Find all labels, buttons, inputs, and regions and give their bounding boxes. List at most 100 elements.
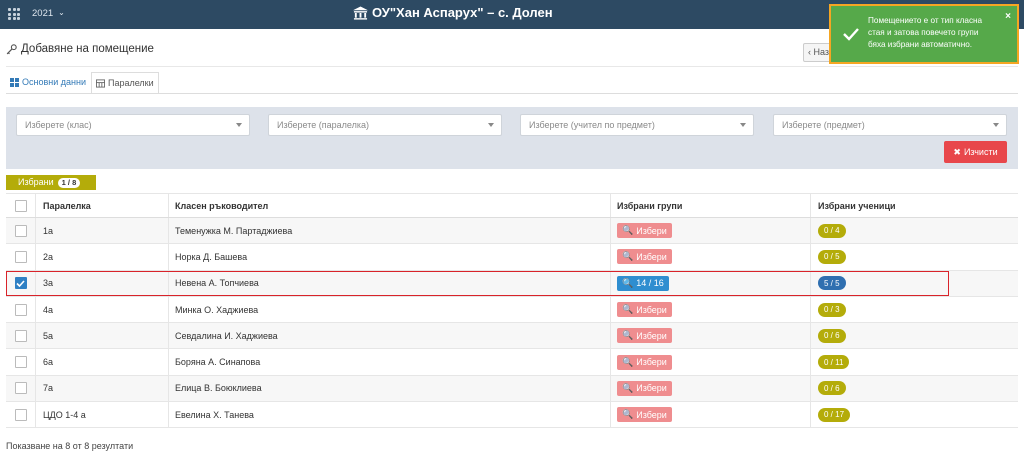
students-count-badge[interactable]: 0 / 5 xyxy=(818,249,846,264)
search-icon: 🔍 xyxy=(622,330,634,341)
back-button[interactable]: ‹ Наз xyxy=(803,43,833,62)
section-cell: 3а xyxy=(36,270,169,296)
students-count-badge[interactable]: 0 / 6 xyxy=(818,381,846,396)
teacher-cell: Елица В. Боюклиева xyxy=(169,375,611,402)
select-groups-label: Избери xyxy=(636,225,667,236)
filter-panel: Изберете (клас) Изберете (паралелка) Изб… xyxy=(6,107,1018,169)
teacher-select-placeholder: Изберете (учител по предмет) xyxy=(529,120,655,130)
search-icon: 🔍 xyxy=(622,225,634,236)
teacher-cell: Невена А. Топчиева xyxy=(169,270,611,296)
apps-grid-icon[interactable] xyxy=(8,8,20,20)
year-label: 2021 xyxy=(32,8,54,19)
row-checkbox[interactable] xyxy=(14,303,27,316)
class-select-placeholder: Изберете (клас) xyxy=(25,120,92,130)
school-title: ОУ"Хан Аспарух" – с. Долен xyxy=(372,5,553,20)
toast-close-icon[interactable]: × xyxy=(1005,11,1011,22)
class-select[interactable]: Изберете (клас) xyxy=(16,114,250,136)
select-groups-button[interactable]: 🔍 Избери xyxy=(617,249,672,265)
select-groups-button[interactable]: 🔍 Избери xyxy=(617,223,672,239)
select-groups-label: Избери xyxy=(636,383,667,394)
table-row[interactable]: 2а Норка Д. Башева 🔍 Избери 0 / 5 xyxy=(6,244,1018,271)
row-checkbox[interactable] xyxy=(14,250,27,263)
subject-select[interactable]: Изберете (предмет) xyxy=(773,114,1007,136)
select-groups-button[interactable]: 🔍 Избери xyxy=(617,354,672,370)
row-checkbox[interactable] xyxy=(14,408,27,421)
students-count-badge[interactable]: 0 / 11 xyxy=(818,355,850,370)
toast-message: Помещението е от тип класна стая и затов… xyxy=(868,16,983,49)
section-cell: 7а xyxy=(36,375,169,402)
table-row[interactable]: 7а Елица В. Боюклиева 🔍 Избери 0 / 6 xyxy=(6,375,1018,403)
header-section[interactable]: Паралелка xyxy=(36,194,169,217)
check-icon xyxy=(843,28,859,41)
section-cell: 6а xyxy=(36,349,169,375)
caret-down-icon xyxy=(488,123,494,127)
back-icon: ‹ xyxy=(808,47,811,57)
row-checkbox[interactable] xyxy=(14,356,27,369)
students-count-badge[interactable]: 0 / 3 xyxy=(818,302,846,317)
table-row[interactable]: 1а Теменужка М. Партаджиева 🔍 Избери 0 / … xyxy=(6,218,1018,245)
teacher-select[interactable]: Изберете (учител по предмет) xyxy=(520,114,754,136)
clear-button-label: Изчисти xyxy=(963,147,998,157)
year-selector[interactable]: 2021 ⌄ xyxy=(32,8,65,19)
select-groups-label: Избери xyxy=(636,251,667,262)
selected-label: Избрани xyxy=(18,177,54,187)
row-checkbox[interactable] xyxy=(14,329,27,342)
select-groups-label: Избери xyxy=(636,304,667,315)
section-cell: 4а xyxy=(36,296,169,323)
close-icon: ✖ xyxy=(953,146,961,157)
search-icon: 🔍 xyxy=(622,277,634,288)
select-groups-button[interactable]: 🔍 Избери xyxy=(617,380,672,396)
section-select[interactable]: Изберете (паралелка) xyxy=(268,114,502,136)
caret-down-icon xyxy=(993,123,999,127)
chevron-down-icon: ⌄ xyxy=(58,8,65,17)
section-select-placeholder: Изберете (паралелка) xyxy=(277,120,370,130)
table-row[interactable]: 5а Севдалина И. Хаджиева 🔍 Избери 0 / 6 xyxy=(6,323,1018,350)
header-teacher[interactable]: Класен ръководител xyxy=(169,194,611,217)
page-title-text: Добавяне на помещение xyxy=(21,43,154,55)
section-cell: 2а xyxy=(36,244,169,270)
tab-sections[interactable]: Паралелки xyxy=(90,72,159,94)
table-row[interactable]: ЦДО 1-4 а Евелина Х. Танева 🔍 Избери 0 / … xyxy=(6,402,1018,429)
select-groups-button[interactable]: 🔍 Избери xyxy=(617,302,672,318)
tab-sections-label: Паралелки xyxy=(107,78,154,88)
row-checkbox[interactable] xyxy=(14,382,27,395)
select-groups-button[interactable]: 🔍 Избери xyxy=(617,407,672,423)
tab-basic-data-label: Основни данни xyxy=(22,77,86,87)
teacher-cell: Теменужка М. Партаджиева xyxy=(169,218,611,244)
table-row[interactable]: 6а Боряна А. Синапова 🔍 Избери 0 / 11 xyxy=(6,349,1018,376)
students-count-badge[interactable]: 0 / 17 xyxy=(818,407,851,422)
select-groups-label: Избери xyxy=(636,357,667,368)
selected-filter-tag[interactable]: Избрани 1 / 8 xyxy=(6,175,96,190)
students-count-badge[interactable]: 0 / 4 xyxy=(818,223,846,238)
row-checkbox[interactable] xyxy=(14,224,27,237)
select-all-checkbox[interactable] xyxy=(14,199,27,212)
teacher-cell: Севдалина И. Хаджиева xyxy=(169,323,611,349)
row-checkbox-checked[interactable] xyxy=(14,277,27,290)
title-divider xyxy=(6,66,1018,67)
tabs: Основни данни Паралелки xyxy=(6,72,159,94)
search-icon: 🔍 xyxy=(622,356,634,367)
selected-groups-label: 14 / 16 xyxy=(636,278,664,289)
students-count-badge[interactable]: 0 / 6 xyxy=(818,328,846,343)
students-count-badge[interactable]: 5 / 5 xyxy=(818,276,846,291)
select-groups-button[interactable]: 🔍 Избери xyxy=(617,328,672,344)
header-students[interactable]: Избрани ученици xyxy=(811,194,1018,217)
tab-basic-data[interactable]: Основни данни xyxy=(6,72,90,94)
search-icon: 🔍 xyxy=(622,382,634,393)
table-row[interactable]: 4а Минка О. Хаджиева 🔍 Избери 0 / 3 xyxy=(6,296,1018,324)
header-select-all[interactable] xyxy=(6,194,36,217)
teacher-cell: Норка Д. Башева xyxy=(169,244,611,270)
header-groups[interactable]: Избрани групи xyxy=(611,194,811,217)
checkmark-icon xyxy=(16,280,25,287)
teacher-cell: Боряна А. Синапова xyxy=(169,349,611,375)
sections-table: Паралелка Класен ръководител Избрани гру… xyxy=(6,193,1018,429)
selected-groups-button[interactable]: 🔍 14 / 16 xyxy=(617,275,669,291)
page-title: Добавяне на помещение xyxy=(6,43,154,55)
search-icon: 🔍 xyxy=(622,251,634,262)
dashboard-icon xyxy=(10,78,19,87)
select-groups-label: Избери xyxy=(636,330,667,341)
table-row-selected[interactable]: 3а Невена А. Топчиева 🔍 14 / 16 5 / 5 xyxy=(6,270,1018,297)
clear-button[interactable]: ✖ Изчисти xyxy=(944,141,1007,163)
subject-select-placeholder: Изберете (предмет) xyxy=(782,120,865,130)
back-label: Наз xyxy=(813,47,830,57)
